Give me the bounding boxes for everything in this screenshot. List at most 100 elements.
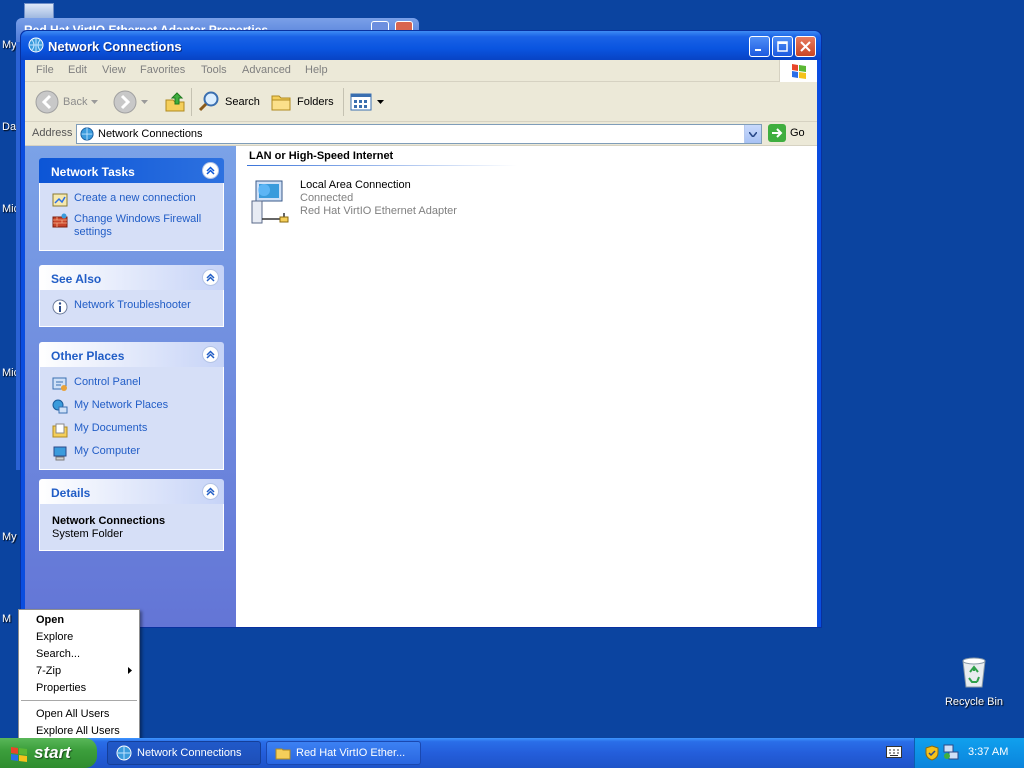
recycle-bin[interactable]: Recycle Bin	[944, 655, 1004, 708]
other-places-panel: Other Places Control Panel My Network Pl…	[39, 342, 224, 470]
network-tasks-header[interactable]: Network Tasks	[39, 158, 224, 183]
folders-button[interactable]: Folders	[269, 88, 334, 116]
connection-text: Local Area Connection Connected Red Hat …	[300, 179, 457, 227]
details-header[interactable]: Details	[39, 479, 224, 504]
menu-item-properties[interactable]: Properties	[36, 682, 86, 694]
network-tray-icon[interactable]	[943, 744, 959, 760]
chevron-up-icon	[206, 350, 215, 359]
collapse-button[interactable]	[202, 346, 219, 363]
window-title: Network Connections	[48, 39, 182, 54]
recycle-bin-icon	[962, 657, 986, 688]
start-label: start	[34, 743, 71, 762]
menu-item-search[interactable]: Search...	[36, 648, 80, 660]
see-also-header[interactable]: See Also	[39, 265, 224, 290]
back-button[interactable]: Back	[35, 88, 99, 116]
search-label: Search	[225, 96, 260, 108]
place-my-documents[interactable]: My Documents	[52, 422, 215, 438]
address-value: Network Connections	[98, 128, 203, 140]
connection-status: Connected	[300, 192, 354, 204]
up-folder-button[interactable]	[163, 88, 187, 116]
menu-item-open-all-users[interactable]: Open All Users	[36, 708, 109, 720]
address-dropdown-button[interactable]	[744, 125, 761, 143]
collapse-button[interactable]	[202, 162, 219, 179]
place-label: My Network Places	[74, 399, 169, 411]
chevron-down-icon	[141, 100, 148, 104]
task-create-connection[interactable]: Create a new connection	[52, 192, 215, 208]
start-button[interactable]: start	[0, 738, 97, 768]
back-label: Back	[63, 96, 88, 108]
network-globe-icon	[116, 745, 132, 761]
place-my-network-places[interactable]: My Network Places	[52, 399, 215, 415]
address-bar: Address Network Connections Go	[25, 122, 817, 146]
security-shield-icon[interactable]	[925, 745, 939, 761]
go-label: Go	[790, 127, 805, 139]
file-list[interactable]: LAN or High-Speed Internet Local Area Co…	[236, 146, 817, 627]
address-input[interactable]: Network Connections	[76, 124, 762, 144]
chevron-up-icon	[206, 487, 215, 496]
other-places-body: Control Panel My Network Places My Docum…	[39, 367, 224, 470]
window-content: Network Tasks Create a new connection Ch…	[25, 146, 817, 627]
forward-button[interactable]	[113, 88, 148, 116]
views-button[interactable]	[349, 88, 384, 116]
taskbar: start Network Connections Red Hat VirtIO…	[0, 738, 1024, 768]
toolbar-separator	[343, 88, 344, 116]
context-menu: Open Explore Search... 7-Zip Properties …	[18, 609, 140, 742]
menu-tools[interactable]: Tools	[201, 64, 227, 76]
clock[interactable]: 3:37 AM	[968, 746, 1008, 758]
menu-file[interactable]: File	[36, 64, 54, 76]
firewall-icon	[52, 213, 68, 228]
task-pane: Network Tasks Create a new connection Ch…	[25, 146, 236, 627]
menu-advanced[interactable]: Advanced	[242, 64, 291, 76]
address-label: Address	[32, 127, 73, 139]
recycle-bin-label: Recycle Bin	[944, 696, 1004, 708]
minimize-button[interactable]	[749, 36, 770, 57]
menu-edit[interactable]: Edit	[68, 64, 87, 76]
network-tasks-panel: Network Tasks Create a new connection Ch…	[39, 158, 224, 251]
go-button[interactable]: Go	[768, 124, 805, 142]
keyboard-icon[interactable]	[886, 746, 902, 758]
network-connections-window: Network Connections File Edit View Favor…	[20, 30, 822, 628]
maximize-button[interactable]	[772, 36, 793, 57]
search-button[interactable]: Search	[197, 88, 260, 116]
place-my-computer[interactable]: My Computer	[52, 445, 215, 461]
desktop-icon-label[interactable]: My	[2, 39, 17, 51]
chevron-up-icon	[206, 166, 215, 175]
toolbar-separator	[191, 88, 192, 116]
info-icon	[52, 299, 68, 315]
menu-item-7zip[interactable]: 7-Zip	[36, 665, 61, 677]
task-change-firewall[interactable]: Change Windows Firewall settings	[52, 213, 215, 239]
close-button[interactable]	[795, 36, 816, 57]
network-tasks-body: Create a new connection Change Windows F…	[39, 183, 224, 251]
panel-title: Details	[51, 486, 91, 500]
connection-name: Local Area Connection	[300, 179, 411, 191]
task-label: Network Troubleshooter	[74, 299, 191, 311]
new-connection-icon	[52, 193, 68, 207]
my-documents-desktop-icon[interactable]	[24, 3, 54, 19]
desktop-icon-label[interactable]: M	[2, 613, 11, 625]
collapse-button[interactable]	[202, 269, 219, 286]
menu-item-explore-all-users[interactable]: Explore All Users	[36, 725, 120, 737]
local-area-connection-item[interactable]: Local Area Connection Connected Red Hat …	[250, 179, 457, 227]
menu-item-open[interactable]: Open	[36, 614, 64, 626]
chevron-up-icon	[206, 273, 215, 282]
title-bar[interactable]: Network Connections	[21, 31, 821, 60]
place-control-panel[interactable]: Control Panel	[52, 376, 215, 392]
go-arrow-icon	[768, 124, 786, 142]
menu-separator	[21, 700, 137, 701]
desktop-icon-label[interactable]: Da	[2, 121, 16, 133]
minimize-icon	[755, 49, 761, 51]
my-computer-icon	[53, 446, 67, 461]
windows-flag-icon	[792, 64, 806, 79]
group-heading: LAN or High-Speed Internet	[249, 150, 394, 162]
collapse-button[interactable]	[202, 483, 219, 500]
control-panel-icon	[52, 377, 67, 391]
taskbar-button-adapter-properties[interactable]: Red Hat VirtIO Ether...	[266, 741, 421, 765]
taskbar-button-network-connections[interactable]: Network Connections	[107, 741, 261, 765]
menu-item-explore[interactable]: Explore	[36, 631, 73, 643]
other-places-header[interactable]: Other Places	[39, 342, 224, 367]
group-divider	[247, 165, 517, 166]
menu-favorites[interactable]: Favorites	[140, 64, 185, 76]
menu-view[interactable]: View	[102, 64, 126, 76]
menu-help[interactable]: Help	[305, 64, 328, 76]
task-network-troubleshooter[interactable]: Network Troubleshooter	[52, 299, 215, 315]
